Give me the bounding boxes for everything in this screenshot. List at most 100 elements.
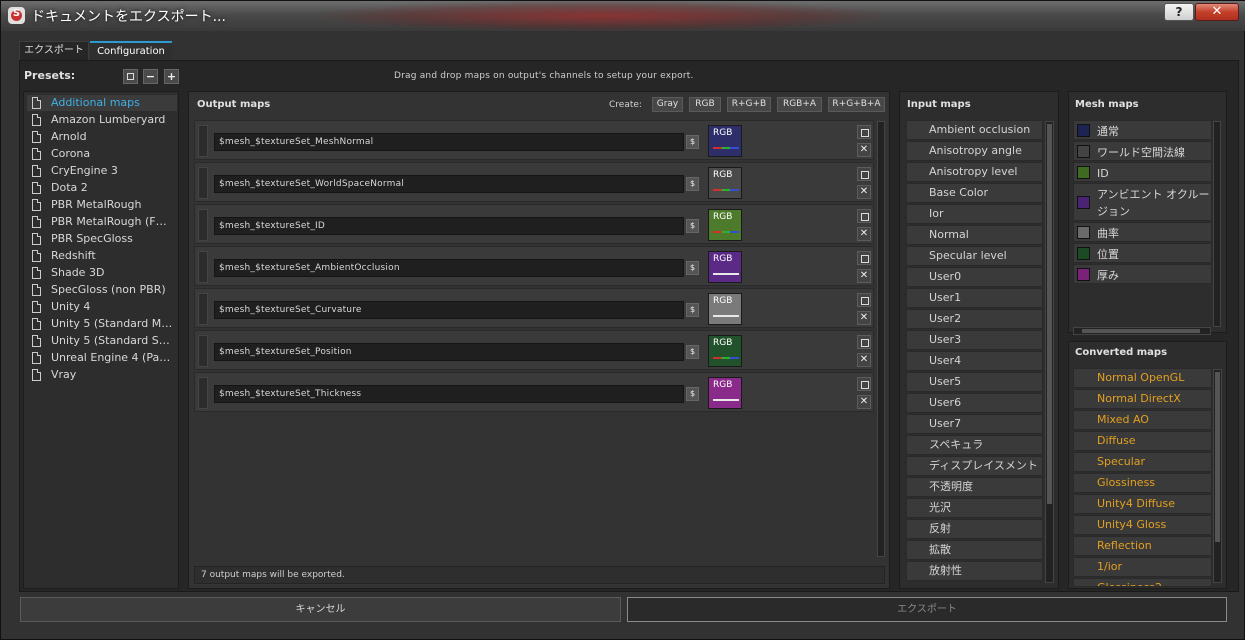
- output-map-name-input[interactable]: $mesh_$textureSet_Curvature: [214, 301, 684, 319]
- channel-format-swatch[interactable]: RGB: [708, 335, 742, 367]
- preset-item[interactable]: CryEngine 3: [27, 163, 177, 179]
- duplicate-output-button[interactable]: [857, 377, 871, 391]
- duplicate-output-button[interactable]: [857, 209, 871, 223]
- create-r-g-b-a-button[interactable]: R+G+B+A: [828, 97, 885, 112]
- delete-output-button[interactable]: ✕: [857, 395, 871, 409]
- channel-format-swatch[interactable]: RGB: [708, 209, 742, 241]
- duplicate-output-button[interactable]: [857, 251, 871, 265]
- mesh-map-item[interactable]: 曲率: [1073, 222, 1212, 242]
- scrollbar-thumb[interactable]: [1047, 124, 1052, 504]
- input-map-item[interactable]: User4: [906, 351, 1043, 371]
- duplicate-output-button[interactable]: [857, 335, 871, 349]
- input-map-item[interactable]: 放射性: [906, 561, 1043, 581]
- channel-format-swatch[interactable]: RGB: [708, 125, 742, 157]
- preset-item[interactable]: Shade 3D: [27, 265, 177, 281]
- input-map-item[interactable]: User2: [906, 309, 1043, 329]
- mesh-maps-vertical-scrollbar[interactable]: [1213, 121, 1221, 327]
- mesh-map-item[interactable]: 通常: [1073, 120, 1212, 140]
- preset-item[interactable]: Unity 5 (Standard S…: [27, 333, 177, 349]
- mesh-map-item[interactable]: ワールド空間法線: [1073, 141, 1212, 161]
- drag-handle[interactable]: [198, 293, 208, 325]
- input-map-item[interactable]: Specular level: [906, 246, 1043, 266]
- input-map-item[interactable]: Ambient occlusion: [906, 120, 1043, 140]
- delete-output-button[interactable]: ✕: [857, 311, 871, 325]
- input-map-item[interactable]: 不透明度: [906, 477, 1043, 497]
- preset-item[interactable]: Corona: [27, 146, 177, 162]
- input-map-item[interactable]: ディスプレイスメント: [906, 456, 1043, 476]
- input-map-item[interactable]: Ior: [906, 204, 1043, 224]
- input-map-item[interactable]: Base Color: [906, 183, 1043, 203]
- input-map-item[interactable]: スペキュラ: [906, 435, 1043, 455]
- preset-item[interactable]: Additional maps: [27, 95, 177, 111]
- input-map-item[interactable]: Normal: [906, 225, 1043, 245]
- delete-output-button[interactable]: ✕: [857, 185, 871, 199]
- input-map-item[interactable]: User6: [906, 393, 1043, 413]
- variables-button[interactable]: $: [686, 261, 699, 275]
- input-map-item[interactable]: Anisotropy level: [906, 162, 1043, 182]
- mesh-map-item[interactable]: 厚み: [1073, 264, 1212, 284]
- preset-item[interactable]: SpecGloss (non PBR): [27, 282, 177, 298]
- preset-item[interactable]: Redshift: [27, 248, 177, 264]
- drag-handle[interactable]: [198, 167, 208, 199]
- preset-item[interactable]: Vray: [27, 367, 177, 383]
- converted-map-item[interactable]: Normal OpenGL: [1073, 368, 1212, 388]
- output-map-name-input[interactable]: $mesh_$textureSet_Position: [214, 343, 684, 361]
- input-map-item[interactable]: Anisotropy angle: [906, 141, 1043, 161]
- channel-format-swatch[interactable]: RGB: [708, 377, 742, 409]
- delete-output-button[interactable]: ✕: [857, 227, 871, 241]
- drag-handle[interactable]: [198, 125, 208, 157]
- converted-map-item[interactable]: Normal DirectX: [1073, 389, 1212, 409]
- preset-item[interactable]: PBR MetalRough (F…: [27, 214, 177, 230]
- converted-map-item[interactable]: Reflection: [1073, 536, 1212, 556]
- converted-map-item[interactable]: Glossiness2: [1073, 578, 1212, 587]
- input-map-item[interactable]: 拡散: [906, 540, 1043, 560]
- variables-button[interactable]: $: [686, 177, 699, 191]
- delete-output-button[interactable]: ✕: [857, 143, 871, 157]
- channel-format-swatch[interactable]: RGB: [708, 251, 742, 283]
- channel-format-swatch[interactable]: RGB: [708, 293, 742, 325]
- duplicate-output-button[interactable]: [857, 125, 871, 139]
- add-preset-button[interactable]: +: [164, 69, 179, 84]
- drag-handle[interactable]: [198, 335, 208, 367]
- create-r-g-b-button[interactable]: R+G+B: [727, 97, 771, 112]
- converted-map-item[interactable]: Unity4 Gloss: [1073, 515, 1212, 535]
- variables-button[interactable]: $: [686, 387, 699, 401]
- converted-map-item[interactable]: Unity4 Diffuse: [1073, 494, 1212, 514]
- converted-map-item[interactable]: Specular: [1073, 452, 1212, 472]
- preset-item[interactable]: Arnold: [27, 129, 177, 145]
- scrollbar-thumb[interactable]: [1082, 329, 1200, 333]
- output-map-name-input[interactable]: $mesh_$textureSet_MeshNormal: [214, 133, 684, 151]
- output-map-name-input[interactable]: $mesh_$textureSet_WorldSpaceNormal: [214, 175, 684, 193]
- variables-button[interactable]: $: [686, 303, 699, 317]
- preset-item[interactable]: PBR MetalRough: [27, 197, 177, 213]
- converted-map-item[interactable]: Diffuse: [1073, 431, 1212, 451]
- preset-item[interactable]: PBR SpecGloss: [27, 231, 177, 247]
- converted-map-item[interactable]: 1/ior: [1073, 557, 1212, 577]
- export-button[interactable]: エクスポート: [627, 597, 1227, 622]
- tab-export[interactable]: エクスポート: [19, 41, 89, 60]
- input-map-item[interactable]: User7: [906, 414, 1043, 434]
- drag-handle[interactable]: [198, 251, 208, 283]
- output-map-name-input[interactable]: $mesh_$textureSet_ID: [214, 217, 684, 235]
- converted-map-item[interactable]: Glossiness: [1073, 473, 1212, 493]
- close-button[interactable]: ✕: [1195, 3, 1239, 21]
- create-gray-button[interactable]: Gray: [652, 97, 683, 112]
- create-rgb-a-button[interactable]: RGB+A: [777, 97, 822, 112]
- title-bar[interactable]: S ドキュメントをエクスポート... ? ✕: [1, 1, 1245, 31]
- drag-handle[interactable]: [198, 209, 208, 241]
- input-map-item[interactable]: 反射: [906, 519, 1043, 539]
- duplicate-output-button[interactable]: [857, 167, 871, 181]
- help-button[interactable]: ?: [1164, 3, 1194, 21]
- tab-configuration[interactable]: Configuration: [90, 41, 172, 60]
- mesh-map-item[interactable]: ID: [1073, 162, 1212, 182]
- output-map-name-input[interactable]: $mesh_$textureSet_AmbientOcclusion: [214, 259, 684, 277]
- create-rgb-button[interactable]: RGB: [689, 97, 721, 112]
- preset-item[interactable]: Amazon Lumberyard: [27, 112, 177, 128]
- output-map-name-input[interactable]: $mesh_$textureSet_Thickness: [214, 385, 684, 403]
- remove-preset-button[interactable]: −: [143, 69, 158, 84]
- input-map-item[interactable]: User0: [906, 267, 1043, 287]
- mesh-maps-horizontal-scrollbar[interactable]: [1073, 327, 1211, 335]
- variables-button[interactable]: $: [686, 345, 699, 359]
- delete-output-button[interactable]: ✕: [857, 269, 871, 283]
- preset-item[interactable]: Unity 4: [27, 299, 177, 315]
